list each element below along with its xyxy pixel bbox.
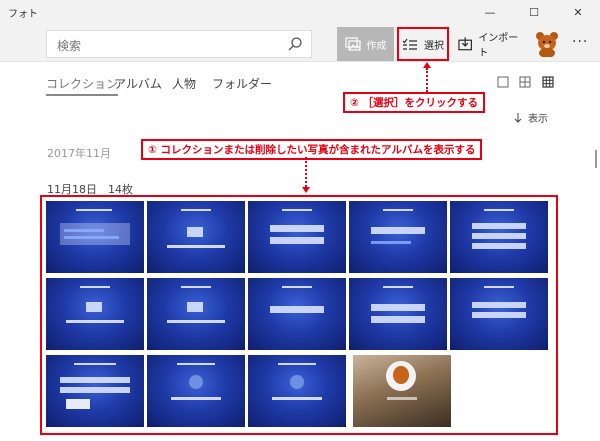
callout-step-1: ① コレクションまたは削除したい写真が含まれたアルバムを表示する xyxy=(141,139,483,160)
tab-folders[interactable]: フォルダー xyxy=(212,75,272,92)
photo-thumbnail[interactable] xyxy=(147,355,245,427)
search-input[interactable]: 検索 xyxy=(57,37,81,54)
photo-thumbnail[interactable] xyxy=(349,201,447,273)
avatar[interactable] xyxy=(535,31,559,57)
photo-thumbnail[interactable] xyxy=(147,201,245,273)
photo-thumbnail[interactable] xyxy=(248,278,346,350)
import-button[interactable]: インポート xyxy=(458,27,526,61)
photo-thumbnail[interactable] xyxy=(450,278,548,350)
arrow-down-icon xyxy=(514,112,522,123)
callout-connector xyxy=(305,157,307,187)
small-thumbnail-icon[interactable] xyxy=(542,76,554,88)
photo-thumbnail[interactable] xyxy=(353,355,451,427)
photo-grid xyxy=(40,195,558,435)
select-button[interactable]: 選択 xyxy=(397,27,449,61)
photo-thumbnail[interactable] xyxy=(248,355,346,427)
import-icon xyxy=(458,37,472,51)
large-thumbnail-icon[interactable] xyxy=(497,76,509,88)
search-box[interactable]: 検索 xyxy=(46,30,312,58)
callout-arrow xyxy=(423,62,431,68)
photo-thumbnail[interactable] xyxy=(46,201,144,273)
photo-thumbnail[interactable] xyxy=(450,201,548,273)
photo-thumbnail[interactable] xyxy=(248,201,346,273)
sort-control[interactable]: 表示 xyxy=(514,110,548,125)
callout-step-2: ② ［選択］をクリックする xyxy=(343,92,486,113)
close-button[interactable]: ✕ xyxy=(556,0,600,24)
tab-collection[interactable]: コレクション xyxy=(46,75,119,96)
scrollbar-thumb[interactable] xyxy=(595,150,597,168)
create-label: 作成 xyxy=(366,40,387,52)
month-heading: 2017年11月 xyxy=(47,147,111,160)
medium-thumbnail-icon[interactable] xyxy=(519,76,531,88)
app-title: フォト xyxy=(8,9,38,20)
maximize-button[interactable]: ☐ xyxy=(512,0,556,24)
photo-thumbnail[interactable] xyxy=(46,355,144,427)
tab-albums[interactable]: アルバム xyxy=(114,75,162,92)
photo-thumbnail[interactable] xyxy=(147,278,245,350)
search-icon[interactable] xyxy=(287,36,303,52)
more-options-button[interactable]: ··· xyxy=(572,34,588,50)
create-icon xyxy=(344,37,361,51)
select-icon xyxy=(402,38,417,50)
callout-arrow xyxy=(302,187,310,193)
select-label: 選択 xyxy=(424,40,444,52)
photo-thumbnail[interactable] xyxy=(46,278,144,350)
import-label: インポート xyxy=(478,33,519,59)
sort-label: 表示 xyxy=(528,114,548,125)
create-button[interactable]: 作成 xyxy=(337,27,394,61)
tab-people[interactable]: 人物 xyxy=(172,75,196,92)
minimize-button[interactable]: — xyxy=(468,0,512,24)
callout-connector xyxy=(426,68,428,92)
photo-thumbnail[interactable] xyxy=(349,278,447,350)
